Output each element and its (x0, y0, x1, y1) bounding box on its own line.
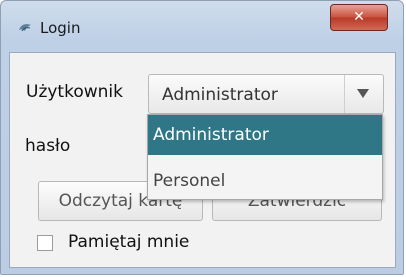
user-dropdown-list: Administrator Personel (147, 114, 383, 200)
close-icon: ✕ (353, 9, 365, 25)
user-select[interactable]: Administrator (148, 74, 384, 114)
app-icon (17, 20, 33, 36)
remember-label[interactable]: Pamiętaj mnie (68, 232, 189, 252)
remember-checkbox[interactable] (37, 235, 53, 251)
chevron-down-icon (357, 89, 369, 98)
window-title: Login (40, 19, 81, 37)
close-button[interactable]: ✕ (330, 4, 388, 31)
password-label: hasło (25, 136, 71, 156)
user-select-value: Administrator (162, 85, 278, 105)
dropdown-toggle[interactable] (344, 75, 383, 113)
dropdown-option-personel[interactable]: Personel (148, 161, 382, 201)
dropdown-option-administrator[interactable]: Administrator (148, 115, 382, 155)
user-label: Użytkownik (26, 82, 123, 102)
title-bar[interactable]: Login ✕ (1, 1, 403, 51)
